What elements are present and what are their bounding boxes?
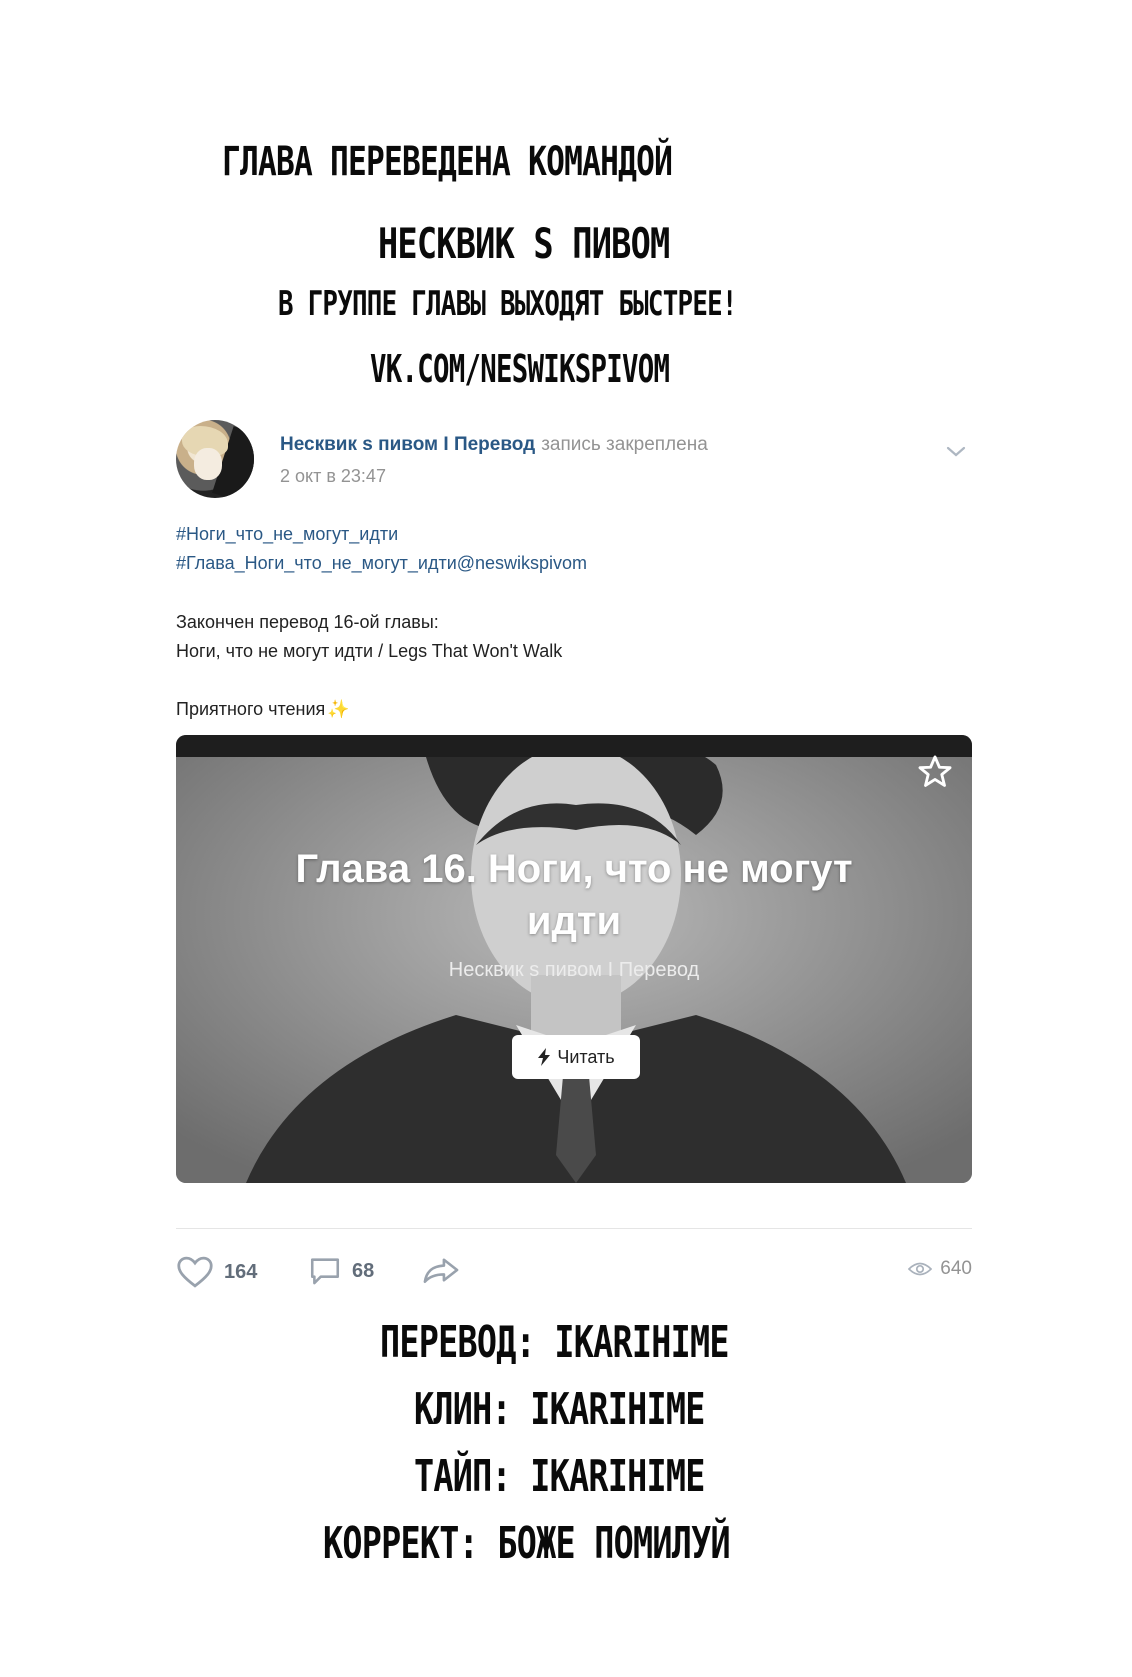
post-header: Несквик s пивом I Перевод запись закрепле… xyxy=(280,434,708,456)
like-count: 164 xyxy=(224,1260,258,1283)
lightning-icon xyxy=(538,1048,551,1066)
read-button-label: Читать xyxy=(557,1046,615,1067)
post-text-line: Закончен перевод 16-ой главы: xyxy=(176,612,439,632)
article-title-line: Глава 16. Ноги, что не могут xyxy=(295,847,853,891)
article-title: Глава 16. Ноги, что не могут идти xyxy=(176,843,972,947)
like-button[interactable]: 164 xyxy=(176,1255,257,1289)
author-name[interactable]: Несквик s пивом I Перевод xyxy=(280,434,535,455)
avatar[interactable] xyxy=(176,420,254,498)
share-icon xyxy=(423,1258,459,1284)
credit-translation: Перевод: IKARIHIME xyxy=(380,1317,729,1368)
share-button[interactable] xyxy=(422,1255,460,1285)
chevron-down-icon[interactable] xyxy=(944,442,968,462)
view-count: 640 xyxy=(940,1258,972,1279)
card-top-bar xyxy=(176,735,972,757)
comment-button[interactable]: 68 xyxy=(308,1255,374,1287)
header-group-link: vk.com/neswikspivom xyxy=(370,347,670,391)
comment-icon xyxy=(310,1258,340,1285)
pinned-label: запись закреплена xyxy=(541,434,708,455)
credit-clean: Клин: IKARIHIME xyxy=(414,1384,705,1435)
post-text: Приятного чтения xyxy=(176,699,326,719)
heart-icon xyxy=(177,1256,213,1288)
sparkle-emoji: ✨ xyxy=(327,699,350,719)
header-line-3: В группе главы выходят быстрее! xyxy=(278,284,737,324)
credit-type: Тайп: IKARIHIME xyxy=(414,1451,705,1502)
header-team-name: Несквик s пивом xyxy=(378,219,670,268)
post-text-line: Ноги, что не могут идти / Legs That Won'… xyxy=(176,641,563,661)
comment-count: 68 xyxy=(352,1259,375,1282)
read-button[interactable]: Читать xyxy=(512,1035,640,1079)
article-source: Несквик s пивом I Перевод xyxy=(448,959,700,981)
eye-icon xyxy=(908,1262,933,1276)
credit-proofread: Коррект: Боже помилуй xyxy=(323,1518,731,1569)
hashtag-link[interactable]: #Ноги_что_не_могут_идти xyxy=(176,524,398,545)
view-counter: 640 xyxy=(908,1258,972,1280)
star-icon[interactable] xyxy=(916,753,954,791)
vk-post: Несквик s пивом I Перевод запись закрепле… xyxy=(176,420,972,1288)
post-text-line: Приятного чтения ✨ xyxy=(176,699,350,720)
article-card[interactable]: Глава 16. Ноги, что не могут идти Нескви… xyxy=(176,735,972,1183)
hashtag-link[interactable]: #Глава_Ноги_что_не_могут_идти@neswikspiv… xyxy=(176,553,587,574)
header-line-1: Глава переведена командой xyxy=(222,139,673,185)
article-title-line: идти xyxy=(526,899,622,943)
divider xyxy=(176,1228,972,1229)
post-date[interactable]: 2 окт в 23:47 xyxy=(280,466,386,487)
